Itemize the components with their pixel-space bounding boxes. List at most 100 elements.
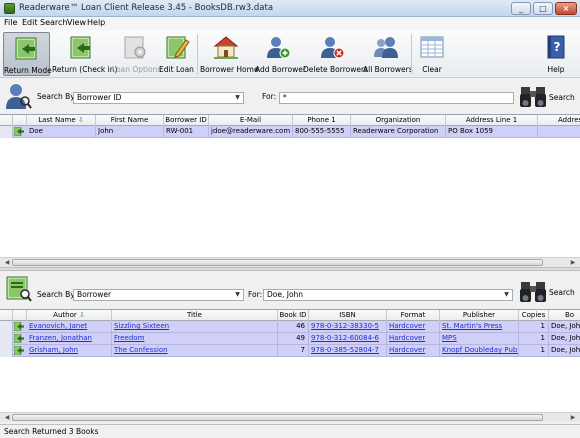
- column-header-last-name[interactable]: Last Name ⇩: [27, 115, 96, 126]
- menu-view[interactable]: View: [67, 18, 86, 27]
- cell-last-name[interactable]: Doe: [27, 126, 96, 138]
- delete-borrowers-button[interactable]: Delete Borrowers: [303, 32, 368, 76]
- column-header-first-name[interactable]: First Name: [96, 115, 164, 126]
- table-row[interactable]: Doe John RW-001 jdoe@readerware.com 800-…: [0, 126, 580, 138]
- cell-author[interactable]: Grisham, John: [27, 345, 112, 357]
- cell-copies[interactable]: 1: [519, 345, 549, 357]
- header-icon-column: [13, 310, 27, 321]
- scrollbar-thumb[interactable]: [12, 414, 543, 421]
- cell-organization[interactable]: Readerware Corporation: [351, 126, 446, 138]
- column-header-author[interactable]: Author ⇩: [27, 310, 112, 321]
- column-header-email[interactable]: E-Mail: [209, 115, 293, 126]
- column-header-book-id[interactable]: Book ID: [278, 310, 309, 321]
- cell-email[interactable]: jdoe@readerware.com: [209, 126, 293, 138]
- loan-search-icon: [6, 276, 32, 302]
- loans-search-row: Search By: Borrower ▼ For: Doe, John ▼ S…: [0, 274, 580, 304]
- cell-title[interactable]: The Confession: [112, 345, 278, 357]
- cell-book-id[interactable]: 46: [278, 321, 309, 333]
- cell-copies[interactable]: 1: [519, 321, 549, 333]
- borrower-home-button[interactable]: Borrower Home: [200, 32, 259, 76]
- cell-borrower[interactable]: Doe, Joh: [549, 321, 580, 333]
- clear-button[interactable]: Clear: [414, 32, 450, 76]
- all-borrowers-button[interactable]: All Borrowers: [363, 32, 413, 76]
- menu-edit[interactable]: Edit: [22, 18, 38, 27]
- menu-help[interactable]: Help: [87, 18, 105, 27]
- cell-isbn[interactable]: 978-0-385-52804-7: [309, 345, 387, 357]
- cell-book-id[interactable]: 49: [278, 333, 309, 345]
- cell-first-name[interactable]: John: [96, 126, 164, 138]
- loans-horizontal-scrollbar[interactable]: ◀ ▶: [0, 412, 580, 422]
- edit-loan-button[interactable]: Edit Loan: [159, 32, 194, 76]
- cell-book-id[interactable]: 7: [278, 345, 309, 357]
- cell-borrower-id[interactable]: RW-001: [164, 126, 209, 138]
- column-header-borrower[interactable]: Bo: [549, 310, 580, 321]
- row-header[interactable]: [0, 333, 13, 345]
- cell-address-line-2[interactable]: [538, 126, 580, 138]
- cell-publisher[interactable]: St. Martin's Press: [440, 321, 519, 333]
- column-header-address-line-2[interactable]: Addres: [538, 115, 580, 126]
- cell-title[interactable]: Freedom: [112, 333, 278, 345]
- scroll-left-icon[interactable]: ◀: [2, 413, 12, 422]
- borrower-horizontal-scrollbar[interactable]: ◀ ▶: [0, 257, 580, 267]
- cell-borrower[interactable]: Doe, Joh: [549, 345, 580, 357]
- row-header-corner: [0, 310, 13, 321]
- loans-table-header: Author ⇩ Title Book ID ISBN Format Publi…: [0, 310, 580, 321]
- loans-search-by-dropdown[interactable]: Borrower ▼: [73, 289, 244, 301]
- cell-publisher[interactable]: MPS: [440, 333, 519, 345]
- cell-isbn[interactable]: 978-0-312-60084-6: [309, 333, 387, 345]
- cell-author[interactable]: Franzen, Jonathan: [27, 333, 112, 345]
- cell-format[interactable]: Hardcover: [387, 345, 440, 357]
- cell-author[interactable]: Evanovich, Janet: [27, 321, 112, 333]
- cell-copies[interactable]: 1: [519, 333, 549, 345]
- search-by-label: Search By:: [37, 92, 77, 101]
- table-row[interactable]: Grisham, John The Confession 7 978-0-385…: [0, 345, 580, 357]
- column-header-address-line-1[interactable]: Address Line 1: [446, 115, 538, 126]
- menu-file[interactable]: File: [4, 18, 17, 27]
- cell-isbn[interactable]: 978-0-312-38330-5: [309, 321, 387, 333]
- cell-phone[interactable]: 800-555-5555: [293, 126, 351, 138]
- column-header-borrower-id[interactable]: Borrower ID: [164, 115, 209, 126]
- scroll-right-icon[interactable]: ▶: [568, 258, 578, 267]
- column-header-phone[interactable]: Phone 1: [293, 115, 351, 126]
- column-header-format[interactable]: Format: [387, 310, 440, 321]
- cell-format[interactable]: Hardcover: [387, 333, 440, 345]
- close-button[interactable]: ×: [555, 2, 577, 15]
- menu-search[interactable]: Search: [40, 18, 67, 27]
- loan-options-button[interactable]: Loan Options: [112, 32, 161, 76]
- scrollbar-thumb[interactable]: [12, 259, 543, 266]
- column-header-publisher[interactable]: Publisher: [440, 310, 519, 321]
- cell-title[interactable]: Sizzling Sixteen: [112, 321, 278, 333]
- maximize-button[interactable]: □: [533, 2, 553, 15]
- column-header-title[interactable]: Title: [112, 310, 278, 321]
- cell-borrower[interactable]: Doe, Joh: [549, 333, 580, 345]
- column-header-copies[interactable]: Copies: [519, 310, 549, 321]
- panel-splitter[interactable]: [0, 267, 580, 271]
- edit-loan-icon: [166, 36, 190, 59]
- minimize-button[interactable]: _: [511, 2, 531, 15]
- cell-publisher[interactable]: Knopf Doubleday Publis...: [440, 345, 519, 357]
- table-row[interactable]: Franzen, Jonathan Freedom 49 978-0-312-6…: [0, 333, 580, 345]
- toolbar-separator: [197, 34, 198, 74]
- borrower-search-by-dropdown[interactable]: Borrower ID ▼: [73, 92, 244, 104]
- row-header[interactable]: [0, 321, 13, 333]
- return-checkin-button[interactable]: Return (Check in): [52, 32, 117, 76]
- return-mode-button[interactable]: Return Mode: [3, 32, 52, 76]
- borrower-search-icon: [6, 84, 32, 109]
- loans-search-input[interactable]: Doe, John ▼: [263, 289, 513, 301]
- column-header-isbn[interactable]: ISBN: [309, 310, 387, 321]
- borrower-search-button[interactable]: Search: [519, 83, 575, 109]
- cell-address-line-1[interactable]: PO Box 1059: [446, 126, 538, 138]
- add-borrower-button[interactable]: Add Borrower: [255, 32, 306, 76]
- borrower-search-input[interactable]: *: [279, 92, 514, 104]
- row-header[interactable]: [0, 126, 13, 138]
- borrower-search-row: Search By: Borrower ID ▼ For: * Search: [0, 81, 580, 111]
- cell-format[interactable]: Hardcover: [387, 321, 440, 333]
- table-row[interactable]: Evanovich, Janet Sizzling Sixteen 46 978…: [0, 321, 580, 333]
- return-mode-icon: [15, 37, 36, 60]
- scroll-right-icon[interactable]: ▶: [568, 413, 578, 422]
- column-header-organization[interactable]: Organization: [351, 115, 446, 126]
- row-header[interactable]: [0, 345, 13, 357]
- help-button[interactable]: ? Help: [538, 32, 574, 76]
- scroll-left-icon[interactable]: ◀: [2, 258, 12, 267]
- loans-search-button[interactable]: Search: [519, 278, 575, 304]
